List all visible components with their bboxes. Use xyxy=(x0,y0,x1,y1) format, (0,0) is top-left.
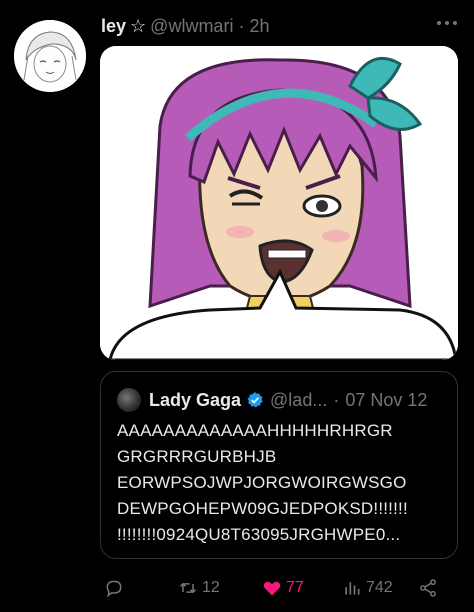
quoted-text-line: AAAAAAAAAAAAAHHHHHRHRGR xyxy=(117,421,393,440)
quoted-post[interactable]: Lady Gaga @lad... · 07 Nov 12 AAAAAAAAAA… xyxy=(100,371,458,559)
author-avatar[interactable] xyxy=(14,20,86,92)
share-icon xyxy=(420,579,436,597)
author-display-name[interactable]: ley xyxy=(101,16,126,36)
quoted-text-line: GRGRRRGURBHJB xyxy=(117,447,277,466)
views-chart-icon xyxy=(345,582,360,595)
quoted-post-header: Lady Gaga @lad... · 07 Nov 12 xyxy=(117,388,427,412)
header-separator: · xyxy=(238,16,245,36)
quoted-author-handle[interactable]: @lad... xyxy=(270,390,327,411)
post-action-bar: 12 77 742 xyxy=(100,574,450,602)
author-handle[interactable]: @wlwmari xyxy=(150,16,233,36)
post-header: ley ☆ @wlwmari · 2h xyxy=(101,16,270,37)
heart-icon xyxy=(263,581,281,596)
post-image[interactable] xyxy=(100,46,458,360)
reply-icon xyxy=(106,580,122,598)
name-symbol: ☆ xyxy=(130,16,147,36)
retweet-button[interactable]: 12 xyxy=(178,574,220,602)
share-button[interactable] xyxy=(418,574,438,602)
reply-button[interactable] xyxy=(104,574,128,602)
quoted-author-avatar[interactable] xyxy=(117,388,141,412)
quoted-text-line: DEWPGOHEPW09GJEDPOKSD!!!!!!! xyxy=(117,499,408,518)
quoted-text-line: !!!!!!!!0924QU8T63095JRGHWPE0... xyxy=(117,525,401,544)
quoted-text-line: EORWPSOJWPJORGWOIRGWSGO xyxy=(117,473,407,492)
like-button[interactable]: 77 xyxy=(262,574,304,602)
views-count: 742 xyxy=(366,579,393,596)
quoted-post-date[interactable]: 07 Nov 12 xyxy=(345,390,427,411)
quoted-author-name[interactable]: Lady Gaga xyxy=(149,390,241,411)
views-button[interactable]: 742 xyxy=(342,574,393,602)
like-count: 77 xyxy=(286,579,304,596)
quoted-header-separator: · xyxy=(333,389,340,410)
post-time[interactable]: 2h xyxy=(249,16,269,36)
retweet-icon xyxy=(179,582,197,594)
retweet-count: 12 xyxy=(202,579,220,596)
verified-badge-icon xyxy=(247,392,263,408)
quoted-post-text: AAAAAAAAAAAAAHHHHHRHRGR GRGRRRGURBHJB EO… xyxy=(117,418,447,548)
more-dots-icon[interactable] xyxy=(432,8,462,32)
